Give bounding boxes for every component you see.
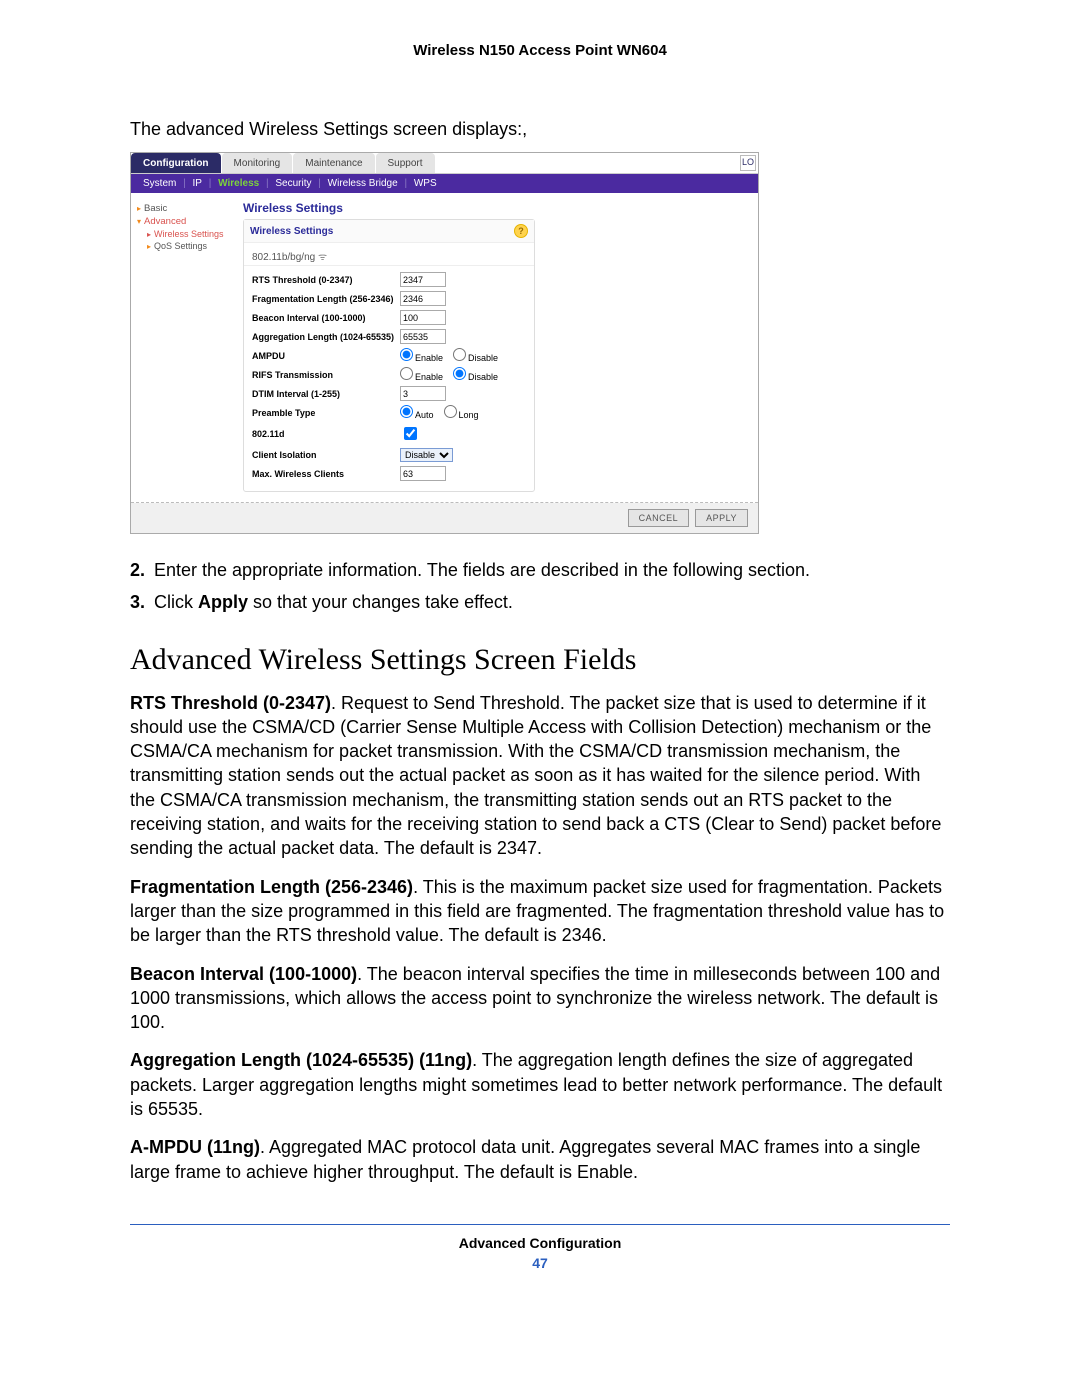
beacon-label: Beacon Interval (100-1000) <box>252 313 400 323</box>
agg-input[interactable] <box>400 329 446 344</box>
tab-maintenance[interactable]: Maintenance <box>293 153 374 173</box>
settings-panel: Wireless Settings ? 802.11b/bg/ng ᯤ RTS … <box>243 219 535 492</box>
client-iso-select[interactable]: Disable <box>400 448 453 462</box>
d802-checkbox[interactable] <box>404 427 417 440</box>
sidebar-qos-settings[interactable]: ▸QoS Settings <box>147 241 237 251</box>
para-ampdu: A-MPDU (11ng). Aggregated MAC protocol d… <box>130 1135 950 1184</box>
sidebar-advanced[interactable]: ▾Advanced <box>137 216 237 227</box>
step-text-3: Click Apply so that your changes take ef… <box>154 590 513 614</box>
tab-configuration[interactable]: Configuration <box>131 153 221 173</box>
wifi-icon: ᯤ <box>315 252 327 263</box>
apply-button[interactable]: APPLY <box>695 509 748 527</box>
client-iso-label: Client Isolation <box>252 450 400 460</box>
ampdu-disable[interactable]: Disable <box>453 348 498 363</box>
help-icon[interactable]: ? <box>514 224 528 238</box>
rifs-enable[interactable]: Enable <box>400 367 443 382</box>
beacon-input[interactable] <box>400 310 446 325</box>
footer-bar: CANCEL APPLY <box>131 503 758 533</box>
para-beacon: Beacon Interval (100-1000). The beacon i… <box>130 962 950 1035</box>
footer-rule <box>130 1224 950 1225</box>
cancel-button[interactable]: CANCEL <box>628 509 690 527</box>
subnav-ip[interactable]: IP <box>191 178 204 189</box>
logout-icon[interactable]: LO <box>740 155 756 171</box>
step-text-2: Enter the appropriate information. The f… <box>154 558 810 582</box>
footer-section: Advanced Configuration <box>130 1235 950 1251</box>
content-title: Wireless Settings <box>243 199 748 219</box>
subnav-wireless[interactable]: Wireless <box>216 178 261 189</box>
panel-heading: Wireless Settings <box>250 226 333 237</box>
frag-label: Fragmentation Length (256-2346) <box>252 294 400 304</box>
d802-label: 802.11d <box>252 429 400 439</box>
max-clients-label: Max. Wireless Clients <box>252 469 400 479</box>
rts-input[interactable] <box>400 272 446 287</box>
wireless-mode: 802.11b/bg/ng ᯤ <box>244 243 534 266</box>
step-num-3: 3. <box>130 590 154 614</box>
subnav-wireless-bridge[interactable]: Wireless Bridge <box>326 178 400 189</box>
preamble-label: Preamble Type <box>252 408 400 418</box>
sidebar-wireless-settings[interactable]: ▸Wireless Settings <box>147 229 237 239</box>
subnav-system[interactable]: System <box>141 178 178 189</box>
main-tabs: Configuration Monitoring Maintenance Sup… <box>131 153 758 173</box>
dtim-label: DTIM Interval (1-255) <box>252 389 400 399</box>
sidebar: ▸Basic ▾Advanced ▸Wireless Settings ▸QoS… <box>131 193 243 502</box>
ampdu-enable[interactable]: Enable <box>400 348 443 363</box>
preamble-auto[interactable]: Auto <box>400 405 434 420</box>
rifs-disable[interactable]: Disable <box>453 367 498 382</box>
step-list: 2. Enter the appropriate information. Th… <box>130 558 950 615</box>
para-frag: Fragmentation Length (256-2346). This is… <box>130 875 950 948</box>
tab-support[interactable]: Support <box>376 153 435 173</box>
step-num-2: 2. <box>130 558 154 582</box>
frag-input[interactable] <box>400 291 446 306</box>
page-header: Wireless N150 Access Point WN604 <box>130 42 950 59</box>
sub-nav: System | IP | Wireless | Security | Wire… <box>131 174 758 193</box>
page-number: 47 <box>130 1255 950 1271</box>
subnav-security[interactable]: Security <box>273 178 313 189</box>
max-clients-input[interactable] <box>400 466 446 481</box>
rifs-label: RIFS Transmission <box>252 370 400 380</box>
agg-label: Aggregation Length (1024-65535) <box>252 332 400 342</box>
subnav-wps[interactable]: WPS <box>412 178 439 189</box>
dtim-input[interactable] <box>400 386 446 401</box>
rts-label: RTS Threshold (0-2347) <box>252 275 400 285</box>
sidebar-basic[interactable]: ▸Basic <box>137 203 237 214</box>
tab-monitoring[interactable]: Monitoring <box>222 153 293 173</box>
intro-text: The advanced Wireless Settings screen di… <box>130 119 950 140</box>
preamble-long[interactable]: Long <box>444 405 479 420</box>
ampdu-label: AMPDU <box>252 351 400 361</box>
para-rts: RTS Threshold (0-2347). Request to Send … <box>130 691 950 861</box>
screenshot-panel: Configuration Monitoring Maintenance Sup… <box>130 152 759 534</box>
para-agg: Aggregation Length (1024-65535) (11ng). … <box>130 1048 950 1121</box>
section-heading: Advanced Wireless Settings Screen Fields <box>130 643 950 677</box>
